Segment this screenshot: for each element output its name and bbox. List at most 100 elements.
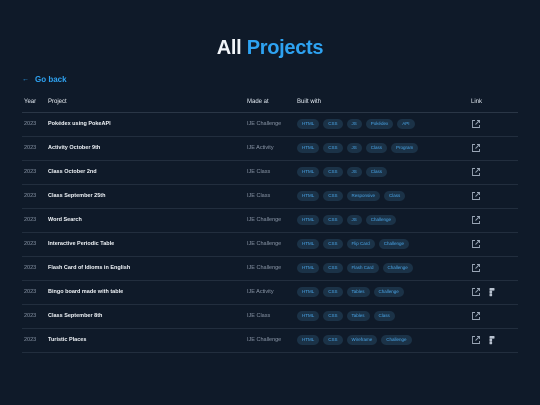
row-built-with: HTML CSS Wireframe Challenge xyxy=(297,335,412,345)
tech-tag: Wireframe xyxy=(346,335,378,345)
go-back-link[interactable]: ← Go back xyxy=(22,75,67,84)
arrow-left-icon: ← xyxy=(22,76,29,83)
tech-tag: HTML xyxy=(297,335,320,345)
tech-tag: Tables xyxy=(346,287,370,297)
tech-tag: Flip Card xyxy=(346,239,375,249)
external-link-icon[interactable] xyxy=(471,167,481,177)
row-project: Bingo board made with table xyxy=(48,289,124,295)
tech-tag: CSS xyxy=(323,215,343,225)
table-row: 2023 Turistic Places IJE Challenge HTML CSS W… xyxy=(22,329,518,353)
tech-tag: HTML xyxy=(297,287,320,297)
row-project: Word Search xyxy=(48,217,82,223)
row-links xyxy=(471,143,481,153)
external-link-icon[interactable] xyxy=(471,311,481,321)
row-made-at: IJE Class xyxy=(247,169,271,175)
tech-tag: API xyxy=(397,119,415,129)
row-built-with: HTML CSS JS Challenge xyxy=(297,215,397,225)
tech-tag: Flash Card xyxy=(346,263,379,273)
table-row: 2023 Pokédex using PokeAPI IJE Challenge HT… xyxy=(22,113,518,137)
tech-tag: JS xyxy=(346,167,362,177)
external-link-icon[interactable] xyxy=(471,263,481,273)
row-project: Activity October 9th xyxy=(48,145,101,151)
row-year: 2023 xyxy=(24,217,37,223)
row-made-at: IJE Activity xyxy=(247,289,274,295)
page-title-projects: Projects xyxy=(246,37,324,59)
tech-tag: CSS xyxy=(323,239,343,249)
tech-tag: CSS xyxy=(323,263,343,273)
table-row: 2023 Word Search IJE Challenge HTML CSS JS Cha… xyxy=(22,209,518,233)
row-made-at: IJE Class xyxy=(247,313,271,319)
row-links xyxy=(471,215,481,225)
row-links xyxy=(471,335,497,345)
row-made-at: IJE Challenge xyxy=(247,265,282,271)
row-year: 2023 xyxy=(24,145,37,151)
external-link-icon[interactable] xyxy=(471,143,481,153)
external-link-icon[interactable] xyxy=(471,119,481,129)
tech-tag: Class xyxy=(373,311,395,321)
table-row: 2023 Bingo board made with table IJE Activ… xyxy=(22,281,518,305)
row-built-with: HTML CSS Tables Class xyxy=(297,311,395,321)
external-link-icon[interactable] xyxy=(471,335,481,345)
header-built-with: Built with xyxy=(297,99,322,105)
row-year: 2023 xyxy=(24,265,37,271)
tech-tag: CSS xyxy=(323,167,343,177)
row-links xyxy=(471,239,481,249)
row-links xyxy=(471,191,481,201)
tech-tag: HTML xyxy=(297,215,320,225)
tech-tag: Challenge xyxy=(373,287,404,297)
tech-tag: JS xyxy=(346,143,362,153)
row-links xyxy=(471,119,481,129)
external-link-icon[interactable] xyxy=(471,191,481,201)
tech-tag: HTML xyxy=(297,239,320,249)
figma-icon[interactable] xyxy=(487,335,497,345)
tech-tag: CSS xyxy=(323,143,343,153)
row-year: 2023 xyxy=(24,241,37,247)
row-made-at: IJE Challenge xyxy=(247,217,282,223)
row-links xyxy=(471,263,481,273)
table-row: 2023 Class September 8th IJE Class HTML CSS T… xyxy=(22,305,518,329)
tech-tag: JS xyxy=(346,215,362,225)
row-project: Turistic Places xyxy=(48,337,87,343)
row-built-with: HTML CSS Responsive Class xyxy=(297,191,406,201)
page-title: All Projects xyxy=(0,37,540,60)
row-project: Pokédex using PokeAPI xyxy=(48,121,111,127)
figma-icon[interactable] xyxy=(487,287,497,297)
tech-tag: Challenge xyxy=(378,239,410,249)
table-row: 2023 Interactive Periodic Table IJE Challe… xyxy=(22,233,518,257)
tech-tag: CSS xyxy=(323,335,343,345)
tech-tag: CSS xyxy=(323,311,343,321)
tech-tag: Program xyxy=(391,143,419,153)
row-built-with: HTML CSS JS Pokédex API xyxy=(297,119,415,129)
tech-tag: Tables xyxy=(346,311,370,321)
row-made-at: IJE Activity xyxy=(247,145,274,151)
row-links xyxy=(471,311,481,321)
external-link-icon[interactable] xyxy=(471,287,481,297)
tech-tag: Class xyxy=(365,167,388,177)
tech-tag: Challenge xyxy=(365,215,397,225)
table-row: 2023 Class September 25th IJE Class HTML CSS… xyxy=(22,185,518,209)
tech-tag: Challenge xyxy=(381,335,412,345)
tech-tag: HTML xyxy=(297,167,320,177)
tech-tag: CSS xyxy=(323,287,343,297)
tech-tag: Challenge xyxy=(382,263,413,273)
row-year: 2023 xyxy=(24,337,37,343)
row-made-at: IJE Class xyxy=(247,193,271,199)
tech-tag: CSS xyxy=(323,191,343,201)
tech-tag: HTML xyxy=(297,311,320,321)
table-row: 2023 Class October 2nd IJE Class HTML CSS JS C… xyxy=(22,161,518,185)
tech-tag: HTML xyxy=(297,143,320,153)
row-built-with: HTML CSS Tables Challenge xyxy=(297,287,404,297)
external-link-icon[interactable] xyxy=(471,239,481,249)
row-project: Class October 2nd xyxy=(48,169,97,175)
table-header: Year Project Made at Built with Link xyxy=(22,92,518,113)
external-link-icon[interactable] xyxy=(471,215,481,225)
row-year: 2023 xyxy=(24,313,37,319)
table-row: 2023 Activity October 9th IJE Activity HTML… xyxy=(22,137,518,161)
projects-table: Year Project Made at Built with Link 202… xyxy=(22,92,518,353)
tech-tag: HTML xyxy=(297,119,320,129)
row-year: 2023 xyxy=(24,289,37,295)
row-year: 2023 xyxy=(24,169,37,175)
header-made-at: Made at xyxy=(247,99,269,105)
tech-tag: Class xyxy=(365,143,388,153)
row-links xyxy=(471,287,497,297)
